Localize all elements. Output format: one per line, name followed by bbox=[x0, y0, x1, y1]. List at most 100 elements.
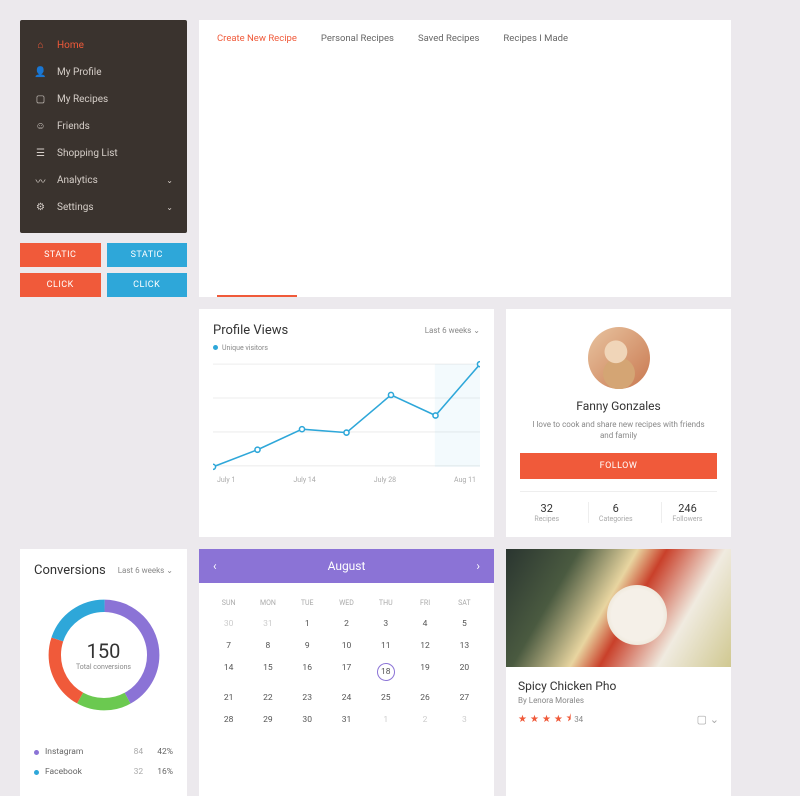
chart-period-selector[interactable]: Last 6 weeks ⌄ bbox=[425, 326, 480, 335]
static-button-blue[interactable]: STATIC bbox=[107, 243, 188, 267]
calendar-day[interactable]: 12 bbox=[405, 635, 444, 657]
calendar-day-header: MON bbox=[248, 593, 287, 613]
calendar-day[interactable]: 8 bbox=[248, 635, 287, 657]
sidebar-item-home[interactable]: ⌂ Home bbox=[20, 32, 187, 59]
sidebar-item-my-profile[interactable]: 👤My Profile bbox=[20, 59, 187, 86]
chart-title: Profile Views bbox=[213, 323, 288, 338]
recipe-card[interactable]: Spicy Chicken Pho By Lenora Morales ★ ★ … bbox=[506, 549, 731, 796]
calendar-day[interactable]: 13 bbox=[445, 635, 484, 657]
home-icon: ⌂ bbox=[34, 39, 47, 52]
bookmark-icon[interactable]: ▢ ⌄ bbox=[697, 713, 719, 726]
calendar-day[interactable]: 14 bbox=[209, 657, 248, 687]
sidebar: ⌂ Home 👤My Profile▢My Recipes ☺ Friends ☰Shop… bbox=[20, 20, 187, 233]
calendar-day[interactable]: 15 bbox=[248, 657, 287, 687]
calendar-day[interactable]: 27 bbox=[445, 687, 484, 709]
calendar-day[interactable]: 5 bbox=[445, 613, 484, 635]
conversion-row: Instagram8442% bbox=[34, 742, 173, 762]
calendar-day[interactable]: 10 bbox=[327, 635, 366, 657]
sidebar-item-my-recipes[interactable]: ▢My Recipes bbox=[20, 86, 187, 113]
conversions-title: Conversions bbox=[34, 563, 106, 578]
recipe-rating: ★ ★ ★ ★ ⯨ 34 ▢ ⌄ bbox=[518, 711, 719, 728]
calendar-day[interactable]: 26 bbox=[405, 687, 444, 709]
star-icon: ★ bbox=[554, 714, 563, 725]
star-icon: ★ bbox=[542, 714, 551, 725]
conversions-total-label: Total conversions bbox=[76, 663, 131, 671]
calendar-day[interactable]: 21 bbox=[209, 687, 248, 709]
calendar-day[interactable]: 1 bbox=[366, 709, 405, 731]
calendar-day[interactable]: 11 bbox=[366, 635, 405, 657]
chevron-down-icon: ⌄ bbox=[166, 566, 173, 575]
gear-icon: ⚙ bbox=[34, 201, 47, 214]
conversions-period-selector[interactable]: Last 6 weeks ⌄ bbox=[118, 566, 173, 575]
user-icon: 👤 bbox=[34, 66, 47, 79]
tab-recipes-i-made[interactable]: Recipes I Made bbox=[503, 33, 568, 284]
line-chart: 80 20 bbox=[213, 358, 480, 473]
calendar-day[interactable]: 2 bbox=[327, 613, 366, 635]
sidebar-item-settings[interactable]: ⚙Settings⌄ bbox=[20, 194, 187, 221]
calendar-next-button[interactable]: › bbox=[476, 559, 480, 573]
tab-personal-recipes[interactable]: Personal Recipes bbox=[321, 33, 394, 284]
sidebar-item-friends[interactable]: ☺ Friends bbox=[20, 113, 187, 140]
calendar-day[interactable]: 22 bbox=[248, 687, 287, 709]
profile-stats: 32Recipes 6Categories 246Followers bbox=[520, 491, 717, 523]
recipe-author: By Lenora Morales bbox=[518, 696, 719, 705]
calendar-day[interactable]: 31 bbox=[248, 613, 287, 635]
conversions-card: Conversions Last 6 weeks ⌄ 150 Total con… bbox=[20, 549, 187, 796]
calendar-day[interactable]: 28 bbox=[209, 709, 248, 731]
calendar-day[interactable]: 9 bbox=[288, 635, 327, 657]
doc-icon: ▢ bbox=[34, 93, 47, 106]
tab-saved-recipes[interactable]: Saved Recipes bbox=[418, 33, 479, 284]
follow-button[interactable]: FOLLOW bbox=[520, 453, 717, 479]
calendar-day[interactable]: 29 bbox=[248, 709, 287, 731]
calendar-day[interactable]: 2 bbox=[405, 709, 444, 731]
calendar-day-header: SUN bbox=[209, 593, 248, 613]
calendar-day[interactable]: 3 bbox=[366, 613, 405, 635]
calendar-day[interactable]: 30 bbox=[209, 613, 248, 635]
tabs: Create New Recipe Personal Recipes Saved R… bbox=[199, 20, 731, 297]
calendar-day[interactable]: 23 bbox=[288, 687, 327, 709]
calendar-day[interactable]: 30 bbox=[288, 709, 327, 731]
calendar-day[interactable]: 25 bbox=[366, 687, 405, 709]
calendar-day-header: SAT bbox=[445, 593, 484, 613]
chevron-down-icon: ⌄ bbox=[166, 176, 173, 185]
avatar bbox=[588, 327, 650, 389]
click-button-orange[interactable]: CLICK bbox=[20, 273, 101, 297]
list-icon: ☰ bbox=[34, 147, 47, 160]
sidebar-item-label: Home bbox=[57, 40, 84, 51]
calendar-day[interactable]: 16 bbox=[288, 657, 327, 687]
chevron-down-icon: ⌄ bbox=[166, 203, 173, 212]
conversions-list: Instagram8442%Facebook3216% bbox=[34, 734, 173, 782]
tab-create-new-recipe[interactable]: Create New Recipe bbox=[217, 33, 297, 297]
calendar-day[interactable]: 18 bbox=[366, 657, 405, 687]
calendar-day[interactable]: 1 bbox=[288, 613, 327, 635]
calendar-day[interactable]: 7 bbox=[209, 635, 248, 657]
calendar-day[interactable]: 17 bbox=[327, 657, 366, 687]
stat-followers: 246Followers bbox=[661, 502, 702, 523]
calendar-day[interactable]: 24 bbox=[327, 687, 366, 709]
chart-x-labels: July 1July 14July 28Aug 11 bbox=[213, 476, 480, 484]
stat-recipes: 32Recipes bbox=[534, 502, 559, 523]
sidebar-item-label: Friends bbox=[57, 121, 90, 132]
chart-legend: Unique visitors bbox=[213, 344, 480, 352]
recipe-title: Spicy Chicken Pho bbox=[518, 679, 719, 693]
chart-icon: 〰 bbox=[34, 174, 47, 187]
calendar-day[interactable]: 3 bbox=[445, 709, 484, 731]
calendar-prev-button[interactable]: ‹ bbox=[213, 559, 217, 573]
sidebar-item-analytics[interactable]: 〰Analytics⌄ bbox=[20, 167, 187, 194]
calendar-day-header: WED bbox=[327, 593, 366, 613]
smile-icon: ☺ bbox=[34, 120, 47, 133]
calendar-day[interactable]: 4 bbox=[405, 613, 444, 635]
calendar-day[interactable]: 31 bbox=[327, 709, 366, 731]
calendar-day[interactable]: 20 bbox=[445, 657, 484, 687]
sidebar-item-shopping-list[interactable]: ☰Shopping List bbox=[20, 140, 187, 167]
legend-dot-icon bbox=[34, 750, 39, 755]
click-button-blue[interactable]: CLICK bbox=[107, 273, 188, 297]
static-button-orange[interactable]: STATIC bbox=[20, 243, 101, 267]
stat-categories: 6Categories bbox=[588, 502, 633, 523]
profile-views-card: Profile Views Last 6 weeks ⌄ Unique visi… bbox=[199, 309, 494, 537]
chevron-down-icon: ⌄ bbox=[473, 326, 480, 335]
calendar-day-header: FRI bbox=[405, 593, 444, 613]
star-icon: ★ bbox=[518, 714, 527, 725]
calendar-day[interactable]: 19 bbox=[405, 657, 444, 687]
recipe-image bbox=[506, 549, 731, 667]
